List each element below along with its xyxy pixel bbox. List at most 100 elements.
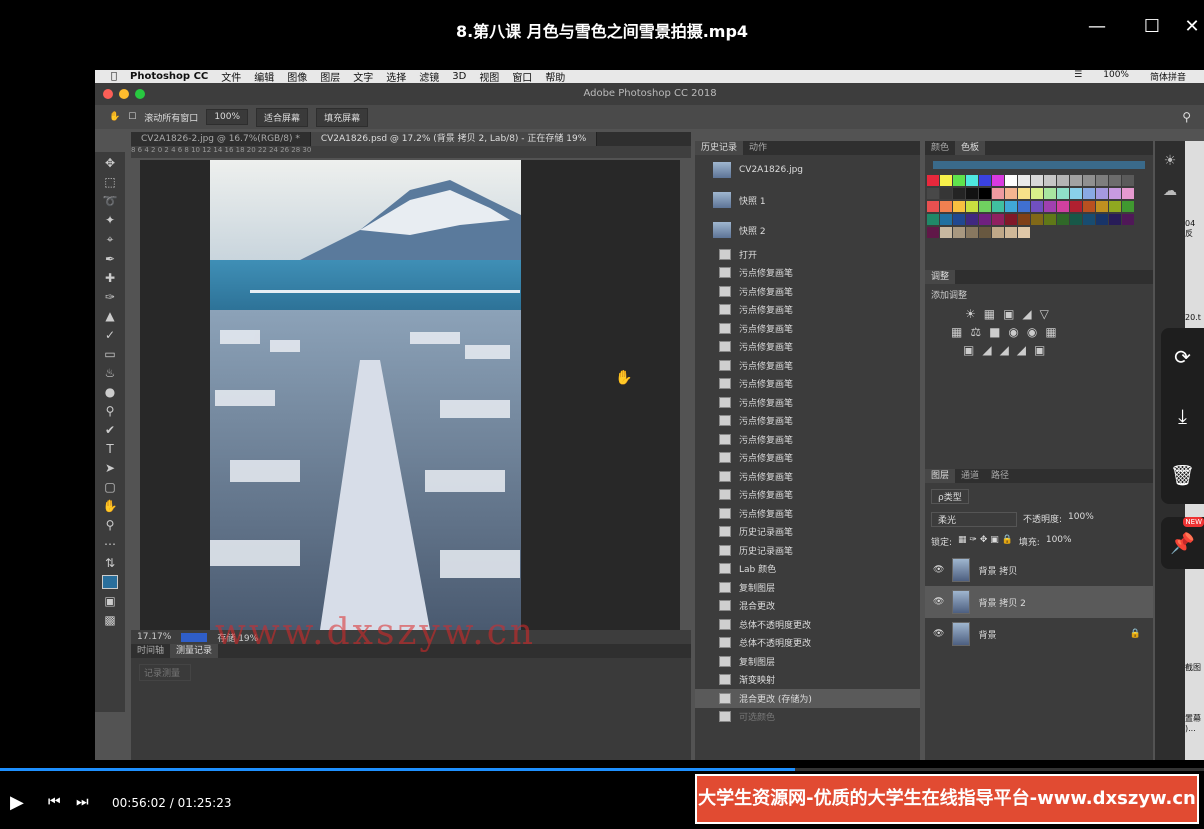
history-brush-icon[interactable]: ✓ (105, 328, 115, 342)
color-swatch[interactable] (927, 227, 939, 238)
color-swatch[interactable] (940, 175, 952, 186)
history-item[interactable]: 污点修复画笔 (695, 301, 920, 320)
fit-screen-button[interactable]: 适合屏幕 (256, 107, 309, 127)
maximize-icon[interactable]: ☐ (1137, 16, 1167, 37)
color-swatch[interactable] (953, 227, 965, 238)
eyedropper-icon[interactable]: ✒ (105, 252, 115, 266)
history-item[interactable]: 污点修复画笔 (695, 282, 920, 301)
history-item[interactable]: 污点修复画笔 (695, 338, 920, 357)
tab-channels[interactable]: 通道 (955, 469, 985, 483)
color-swatch[interactable] (927, 214, 939, 225)
color-swatch[interactable] (1018, 201, 1030, 212)
menu-filter[interactable]: 滤镜 (419, 70, 439, 84)
history-item[interactable]: 污点修复画笔 (695, 319, 920, 338)
history-item[interactable]: 混合更改 (695, 597, 920, 616)
visibility-eye-icon[interactable]: 👁 (933, 597, 944, 607)
history-item[interactable]: 历史记录画笔 (695, 541, 920, 560)
tab-paths[interactable]: 路径 (985, 469, 1015, 483)
color-swatch[interactable] (1096, 188, 1108, 199)
layer-kind-filter[interactable]: ρ类型 (931, 489, 969, 504)
color-swatch[interactable] (1057, 214, 1069, 225)
color-swatch[interactable] (1070, 188, 1082, 199)
color-swatch[interactable] (1031, 175, 1043, 186)
apple-icon[interactable]:  (111, 71, 117, 82)
fill-value[interactable]: 100% (1046, 535, 1072, 548)
move-tool-icon[interactable]: ✥ (105, 156, 115, 170)
history-item[interactable]: 污点修复画笔 (695, 486, 920, 505)
menu-select[interactable]: 选择 (386, 70, 406, 84)
color-swatch[interactable] (966, 201, 978, 212)
color-swatch[interactable] (1005, 175, 1017, 186)
color-swatch[interactable] (953, 201, 965, 212)
pen-tool-icon[interactable]: ✔ (105, 423, 115, 437)
history-item[interactable]: Lab 颜色 (695, 560, 920, 579)
history-item[interactable]: 污点修复画笔 (695, 412, 920, 431)
color-swatch[interactable] (1005, 201, 1017, 212)
color-swatch[interactable] (940, 201, 952, 212)
color-swatch[interactable] (1018, 227, 1030, 238)
swap-colors-icon[interactable]: ⇅ (105, 556, 115, 570)
history-item[interactable]: 污点修复画笔 (695, 356, 920, 375)
document-photo[interactable] (210, 160, 521, 630)
color-swatch[interactable] (927, 188, 939, 199)
color-swatch[interactable] (979, 227, 991, 238)
mac-close-icon[interactable] (103, 89, 113, 99)
zoom-100-button[interactable]: 100% (206, 109, 249, 125)
tab-document-1[interactable]: CV2A1826-2.jpg @ 16.7%(RGB/8) * (131, 132, 311, 146)
eraser-icon[interactable]: ▭ (104, 347, 115, 361)
hand-tool-icon[interactable]: ✋ (103, 499, 118, 513)
history-item[interactable]: 污点修复画笔 (695, 504, 920, 523)
color-swatch[interactable] (953, 188, 965, 199)
history-item[interactable]: 污点修复画笔 (695, 393, 920, 412)
color-swatch[interactable] (966, 214, 978, 225)
color-swatch[interactable] (1044, 188, 1056, 199)
color-swatch[interactable] (979, 214, 991, 225)
color-swatch[interactable] (1031, 188, 1043, 199)
color-swatch[interactable] (966, 227, 978, 238)
tab-document-2[interactable]: CV2A1826.psd @ 17.2% (背景 拷贝 2, Lab/8) - … (310, 132, 598, 146)
history-item[interactable]: 复制图层 (695, 578, 920, 597)
next-icon[interactable]: ⏭ (76, 794, 89, 810)
scroll-all-checkbox[interactable]: ☐ (128, 112, 136, 122)
close-icon[interactable]: ✕ (1177, 16, 1204, 37)
quick-mask-icon[interactable]: ▣ (104, 594, 115, 608)
color-swatch[interactable] (1096, 175, 1108, 186)
color-swatch[interactable] (1122, 201, 1134, 212)
stamp-tool-icon[interactable]: ▲ (105, 309, 114, 323)
color-swatch[interactable] (1031, 214, 1043, 225)
menu-image[interactable]: 图像 (287, 70, 307, 84)
lasso-tool-icon[interactable]: ➰ (103, 194, 118, 208)
color-swatch[interactable] (1122, 188, 1134, 199)
history-item[interactable]: 打开 (695, 245, 920, 264)
color-swatch[interactable] (1044, 214, 1056, 225)
color-swatch[interactable] (1044, 201, 1056, 212)
visibility-eye-icon[interactable]: 👁 (933, 565, 944, 575)
color-swatch[interactable] (940, 227, 952, 238)
color-swatch[interactable] (1018, 188, 1030, 199)
history-item[interactable]: 污点修复画笔 (695, 430, 920, 449)
color-swatch[interactable] (1005, 188, 1017, 199)
color-swatch[interactable] (1005, 214, 1017, 225)
color-swatch[interactable] (1109, 175, 1121, 186)
snapshot-item[interactable]: 快照 2 (695, 215, 920, 245)
menu-layer[interactable]: 图层 (320, 70, 340, 84)
mac-zoom-icon[interactable] (135, 89, 145, 99)
rectangle-tool-icon[interactable]: ▢ (104, 480, 115, 494)
color-swatch[interactable] (1083, 214, 1095, 225)
menu-view[interactable]: 视图 (479, 70, 499, 84)
trash-icon[interactable]: 🗑 (1170, 463, 1195, 487)
color-swatch[interactable] (1070, 214, 1082, 225)
lock-icons[interactable]: ▦ ✑ ✥ ▣ 🔒 (958, 535, 1013, 548)
history-item[interactable]: 历史记录画笔 (695, 523, 920, 542)
tab-measurement-log[interactable]: 测量记录 (170, 644, 219, 658)
blend-mode-select[interactable]: 柔光 (931, 512, 1017, 527)
color-swatch[interactable] (979, 175, 991, 186)
color-swatch[interactable] (1018, 214, 1030, 225)
history-item[interactable]: 可选颜色 (695, 708, 920, 727)
menu-window[interactable]: 窗口 (512, 70, 532, 84)
healing-brush-icon[interactable]: ✚ (105, 271, 115, 285)
minimize-icon[interactable]: — (1082, 16, 1112, 37)
history-item[interactable]: 渐变映射 (695, 671, 920, 690)
history-item[interactable]: 总体不透明度更改 (695, 634, 920, 653)
color-swatch[interactable] (1057, 175, 1069, 186)
